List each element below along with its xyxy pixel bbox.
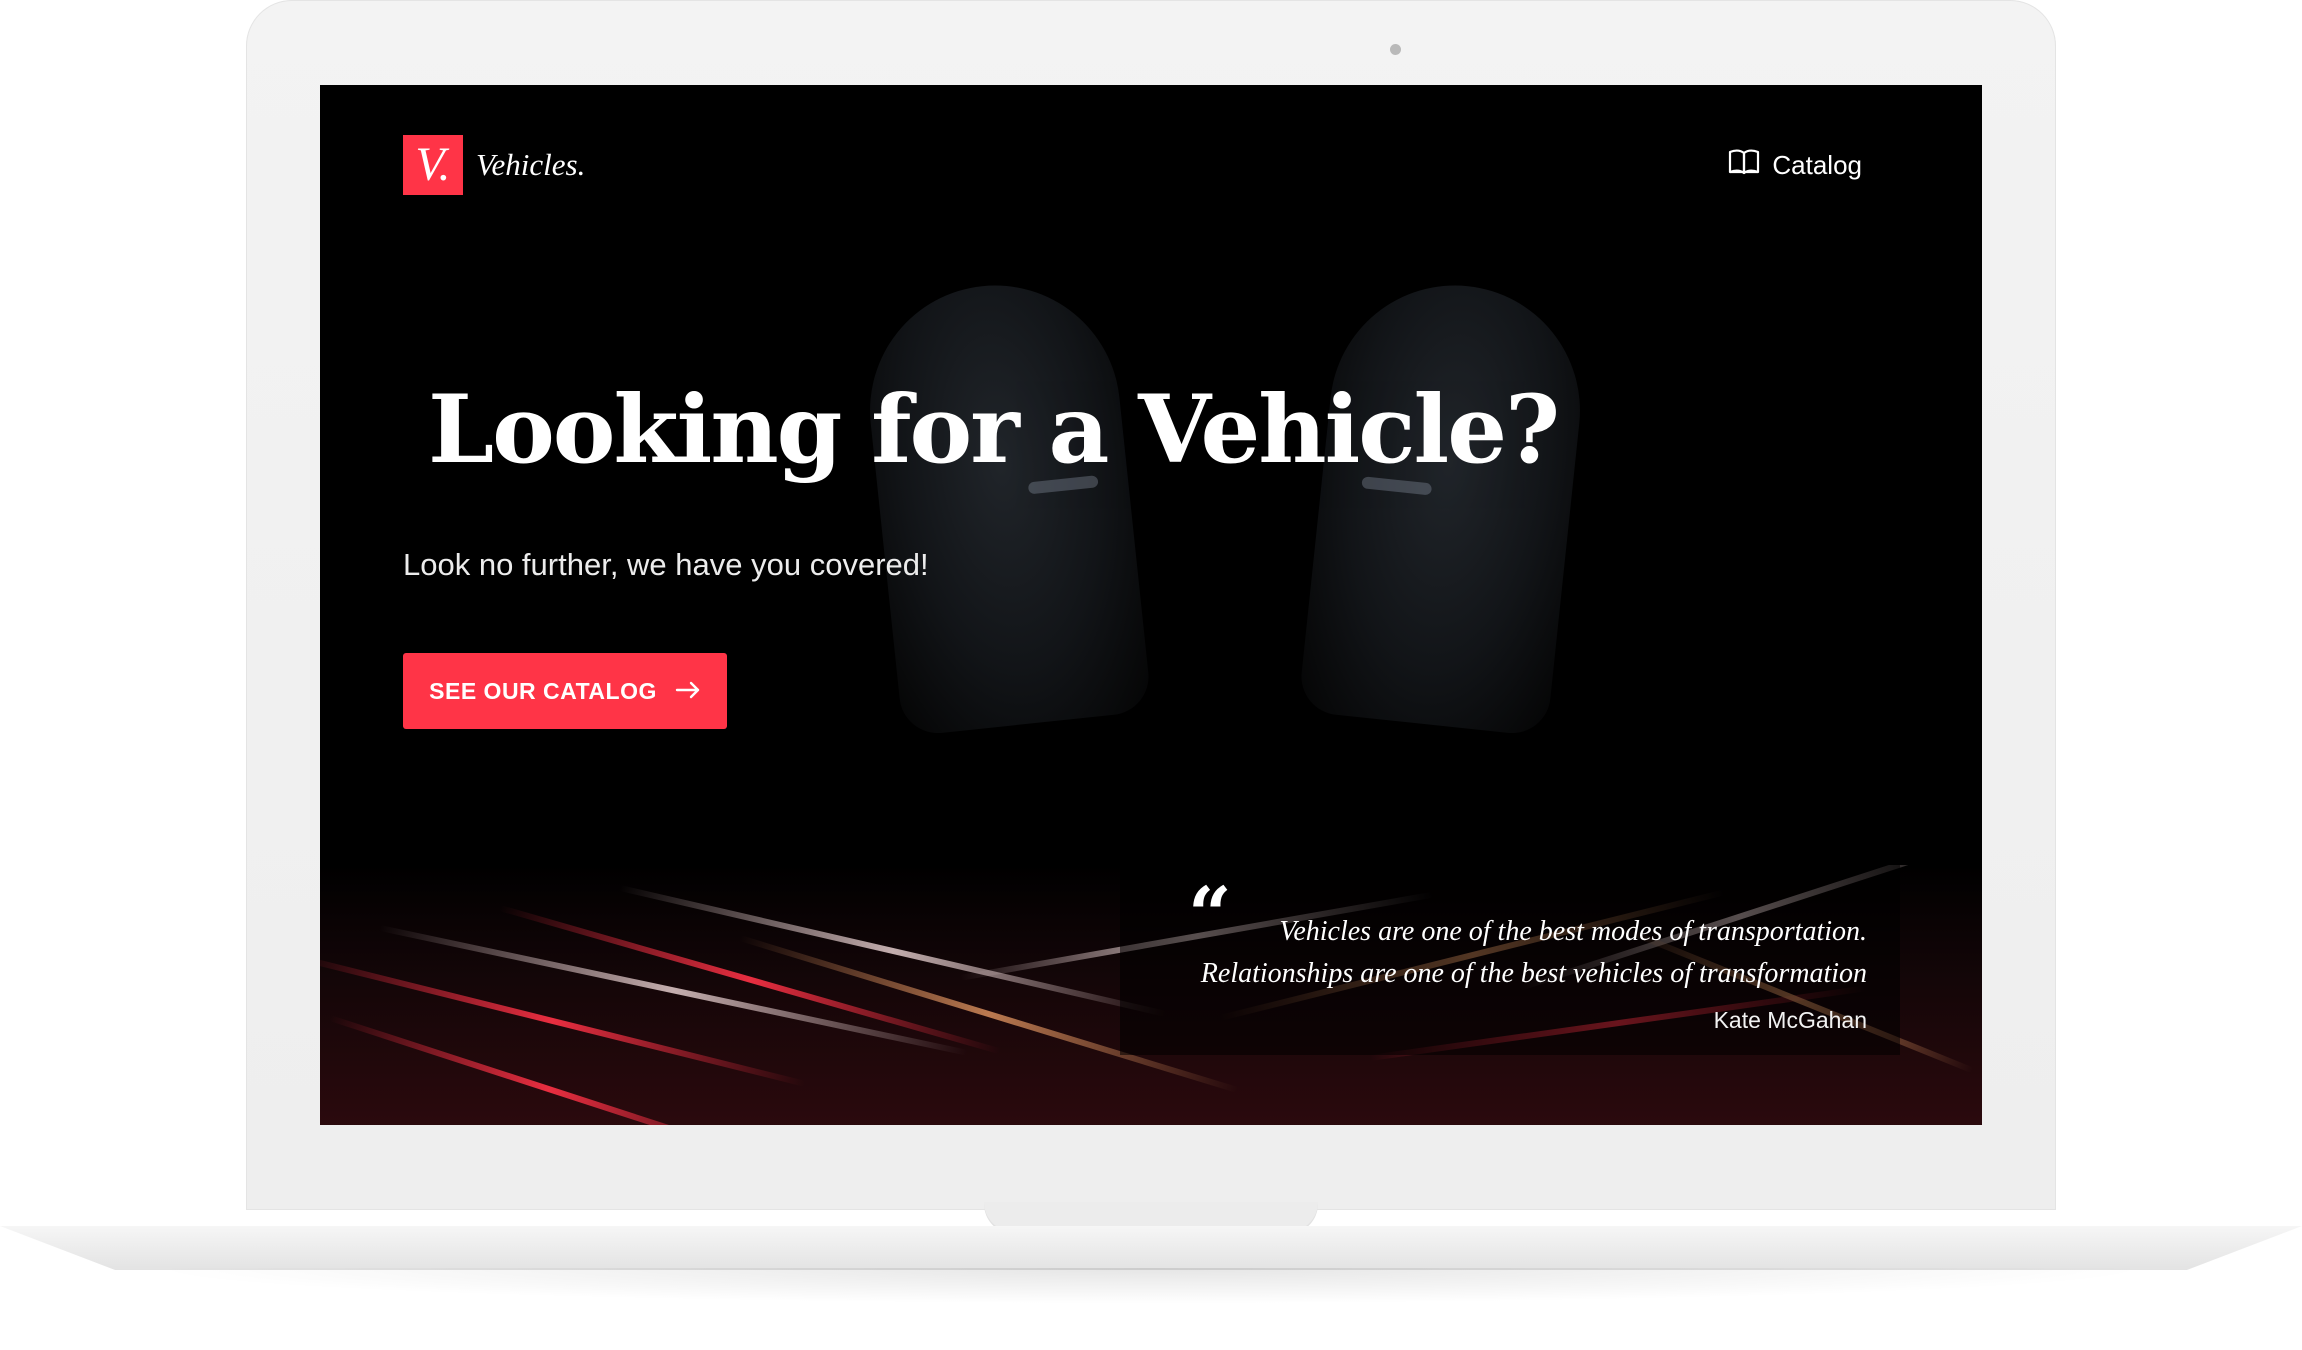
- arrow-right-icon: [675, 678, 701, 705]
- quote-line-1: Vehicles are one of the best modes of tr…: [1279, 916, 1867, 947]
- quote-author: Kate McGahan: [1713, 1007, 1867, 1033]
- laptop-shadow: [140, 1268, 2162, 1304]
- screen: V. Vehicles. Catalog Looking for a Vehic…: [320, 85, 1982, 1125]
- car-image-right: [1297, 273, 1593, 737]
- nav-catalog-link[interactable]: Catalog: [1728, 141, 1862, 189]
- car-image-left: [857, 273, 1153, 737]
- logo-mark[interactable]: V.: [403, 135, 463, 195]
- hero-subtitle: Look no further, we have you covered!: [403, 547, 929, 582]
- quote-line-2: Relationships are one of the best vehicl…: [1200, 958, 1867, 989]
- camera-dot: [1390, 44, 1401, 55]
- hero-title: Looking for a Vehicle?: [428, 375, 1560, 485]
- laptop-base: [0, 1226, 2302, 1270]
- cta-label: SEE OUR CATALOG: [429, 677, 657, 704]
- nav-catalog-label: Catalog: [1772, 149, 1862, 180]
- see-catalog-button[interactable]: SEE OUR CATALOG: [403, 653, 727, 729]
- logo-text[interactable]: Vehicles.: [476, 143, 585, 187]
- quote-icon: “: [1188, 870, 1232, 959]
- book-open-icon: [1728, 149, 1760, 182]
